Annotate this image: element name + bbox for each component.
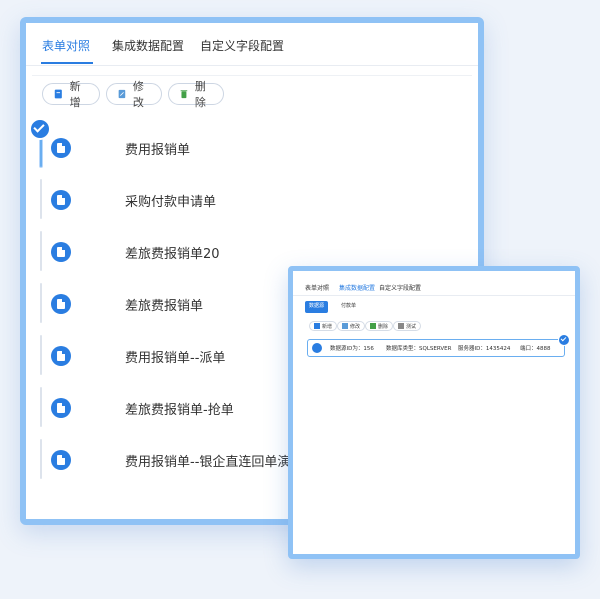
form-icon [51,450,71,470]
form-icon [51,242,71,262]
check-icon [558,334,570,346]
form-icon [51,138,71,158]
datasource-port: 端口：4888 [520,346,551,352]
sub-test-label: 测试 [406,323,417,330]
list-item[interactable]: 费用报销单 [29,118,190,167]
edit-label: 修改 [132,80,144,109]
sub-tab-integration-config[interactable]: 集成数据配置 [339,283,375,292]
test-icon [398,323,404,329]
form-icon [51,398,71,418]
tab-integration-config[interactable]: 集成数据配置 [112,37,184,54]
subtab-datasource[interactable]: 数据源 [305,301,329,313]
add-doc-icon [314,323,320,329]
add-button[interactable]: 新增 [42,80,100,109]
check-icon [29,118,51,140]
list-item-label: 费用报销单--银企直连回单演 [125,455,291,470]
edit-doc-icon [342,323,348,329]
add-label: 新增 [69,80,81,109]
tab-form-mapping[interactable]: 表单对照 [42,37,90,54]
list-item[interactable]: 差旅费报销单-抢单 [40,387,234,427]
list-item[interactable]: 差旅费报销单 [40,283,203,323]
sub-tab-form-mapping[interactable]: 表单对照 [305,283,329,292]
datasource-db-type: 数据库类型：SQLSERVER [386,346,452,352]
edit-doc-icon [118,89,126,99]
divider [32,75,472,76]
sub-add-label: 新增 [322,323,333,330]
datasource-item[interactable]: 数据源ID为：156 数据库类型：SQLSERVER 服务器ID：1435424… [307,334,570,357]
sub-add-button[interactable]: 新增 [309,321,338,331]
add-doc-icon [54,89,62,99]
sub-delete-button[interactable]: 删除 [365,321,394,331]
datasource-id: 数据源ID为：156 [330,346,374,352]
edit-button[interactable]: 修改 [106,80,162,109]
sub-delete-label: 删除 [378,323,389,330]
trash-icon [180,90,188,99]
list-item-label: 费用报销单 [125,143,191,158]
form-icon [51,294,71,314]
database-icon [312,343,322,353]
delete-button[interactable]: 删除 [168,80,224,109]
tab-custom-fields[interactable]: 自定义字段配置 [200,37,284,54]
list-item-label: 差旅费报销单 [125,299,204,314]
list-item[interactable]: 采购付款申请单 [40,179,216,219]
tab-bar: 表单对照 集成数据配置 自定义字段配置 [26,23,478,66]
list-item[interactable]: 费用报销单--派单 [40,335,225,375]
datasource-server-id: 服务器ID：1435424 [458,346,511,352]
sub-edit-button[interactable]: 修改 [337,321,366,331]
active-tab-indicator [41,62,93,64]
list-item[interactable]: 费用报销单--银企直连回单演 [40,439,290,479]
form-icon [51,346,71,366]
sub-edit-label: 修改 [350,323,361,330]
sub-tab-custom-fields[interactable]: 自定义字段配置 [379,283,421,292]
list-item[interactable]: 差旅费报销单20 [40,231,220,271]
form-icon [51,190,71,210]
list-item-label: 采购付款申请单 [125,195,217,210]
sub-test-button[interactable]: 测试 [393,321,422,331]
list-item-label: 费用报销单--派单 [125,351,226,366]
list-item-label: 差旅费报销单20 [125,247,220,262]
subtab-payment[interactable]: 付款单 [337,301,360,313]
divider [293,295,575,296]
list-item-label: 差旅费报销单-抢单 [125,403,234,418]
trash-icon [370,323,376,329]
integration-config-window: 表单对照 集成数据配置 自定义字段配置 数据源 付款单 新增 修改 删除 测试 … [288,266,580,559]
delete-label: 删除 [194,80,206,109]
